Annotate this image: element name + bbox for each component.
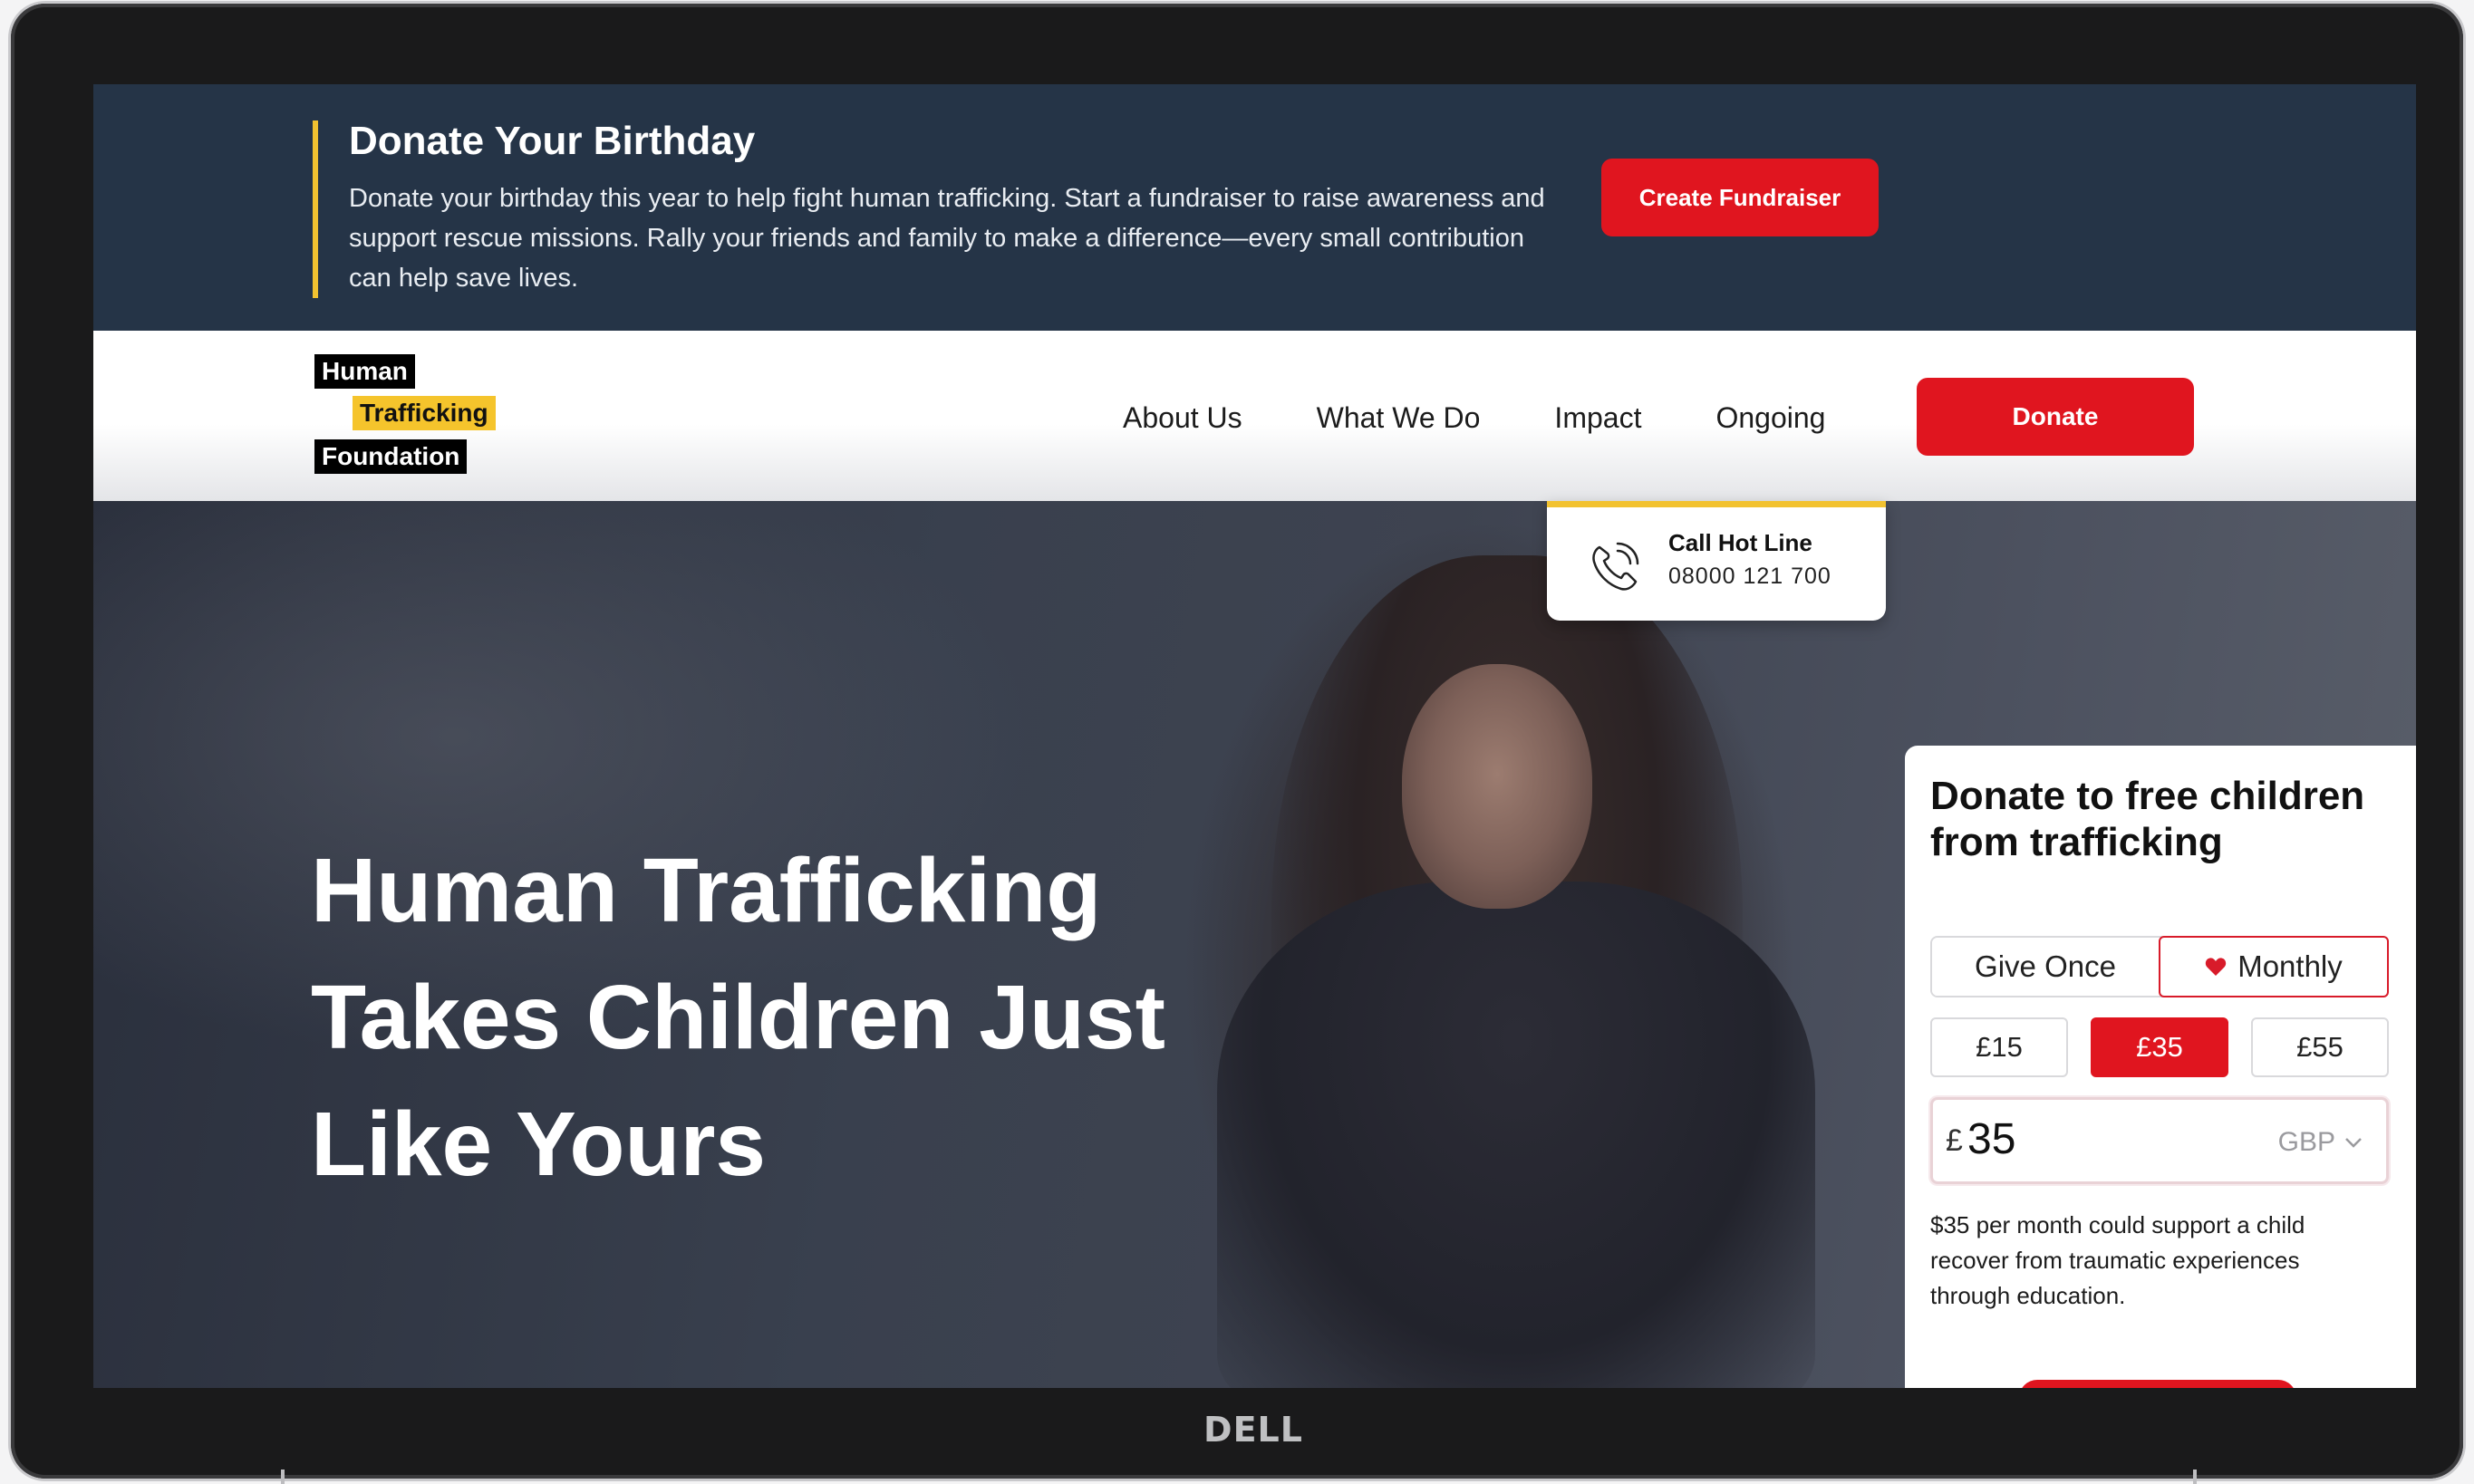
amount-option-55[interactable]: £55 <box>2251 1017 2389 1077</box>
give-once-label: Give Once <box>1975 949 2116 983</box>
currency-symbol: £ <box>1946 1123 1963 1158</box>
hotline-card[interactable]: Call Hot Line 08000 121 700 <box>1547 501 1886 621</box>
hero-line-2: Takes Children Just <box>311 967 1165 1068</box>
amount-option-35[interactable]: £35 <box>2091 1017 2228 1077</box>
impact-text: $35 per month could support a child reco… <box>1930 1211 2305 1309</box>
nav-link-about-us[interactable]: About Us <box>1123 401 1242 435</box>
main-nav: About Us What We Do Impact Ongoing <box>1123 401 1899 435</box>
donate-button[interactable]: Donate <box>1917 378 2194 456</box>
hero-line-1: Human Trafficking <box>311 840 1102 941</box>
banner-text: Donate your birthday this year to help f… <box>349 184 1545 293</box>
hotline-label: Call Hot Line <box>1668 529 1812 556</box>
frequency-toggle: Give Once Monthly <box>1930 936 2389 997</box>
stand-right <box>2193 1470 2197 1484</box>
create-fundraiser-button[interactable]: Create Fundraiser <box>1601 159 1879 236</box>
nav-link-what-we-do[interactable]: What We Do <box>1317 401 1481 435</box>
logo-line-2: Trafficking <box>353 396 496 430</box>
currency-code: GBP <box>2277 1127 2335 1157</box>
logo-line-1: Human <box>314 354 415 389</box>
donate-submit-button[interactable] <box>2019 1380 2296 1388</box>
give-once-option[interactable]: Give Once <box>1932 938 2159 996</box>
banner-title: Donate Your Birthday <box>349 119 756 163</box>
stand-left <box>281 1470 285 1484</box>
hero-headline: Human Trafficking Takes Children Just Li… <box>311 827 1308 1208</box>
hero-photo-face <box>1402 664 1592 909</box>
monthly-label: Monthly <box>2237 949 2343 983</box>
monitor-frame: Donate Your Birthday Donate your birthda… <box>11 4 2463 1479</box>
amount-options: £15 £35 £55 <box>1930 1017 2389 1077</box>
hotline-number[interactable]: 08000 121 700 <box>1668 564 1831 590</box>
amount-value[interactable]: 35 <box>1967 1114 2015 1164</box>
currency-select[interactable]: GBP <box>2278 1127 2363 1158</box>
logo-line-3: Foundation <box>314 439 468 474</box>
monthly-option[interactable]: Monthly <box>2159 936 2389 997</box>
banner-accent-bar <box>313 120 318 298</box>
custom-amount-field[interactable]: £ 35 GBP <box>1930 1097 2389 1184</box>
donate-card-title: Donate to free children from trafficking <box>1930 774 2365 864</box>
hero-line-3: Like Yours <box>311 1094 767 1195</box>
chevron-down-icon <box>2345 1138 2362 1148</box>
heart-icon <box>2206 958 2227 976</box>
nav-link-ongoing[interactable]: Ongoing <box>1715 401 1825 435</box>
logo[interactable]: Human Trafficking Foundation <box>314 354 523 481</box>
navbar: Human Trafficking Foundation About Us Wh… <box>93 331 2416 501</box>
amount-option-15[interactable]: £15 <box>1930 1017 2068 1077</box>
birthday-banner: Donate Your Birthday Donate your birthda… <box>93 84 2416 331</box>
nav-link-impact[interactable]: Impact <box>1554 401 1641 435</box>
donate-card: Donate to free children from trafficking… <box>1905 746 2416 1388</box>
screen: Donate Your Birthday Donate your birthda… <box>93 84 2416 1388</box>
dell-logo: DELL <box>1203 1410 1303 1450</box>
phone-icon <box>1592 542 1639 591</box>
